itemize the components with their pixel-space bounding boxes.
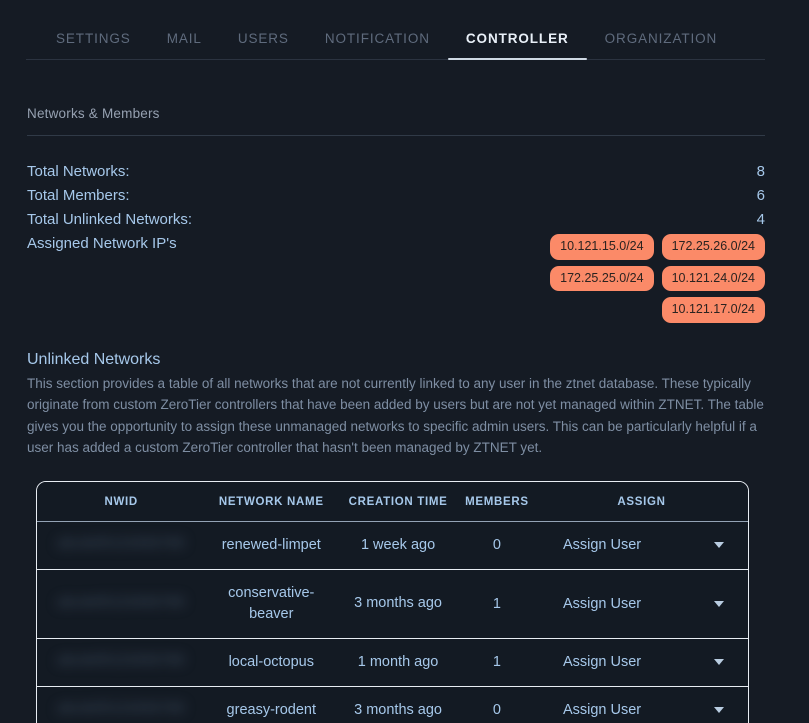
column-header-assign[interactable]: ASSIGN: [534, 481, 748, 522]
page-content: Networks & Members Total Networks: 8 Tot…: [0, 106, 809, 723]
cell-network-name: conservative-beaver: [205, 569, 338, 639]
assign-user-dropdown[interactable]: Assign User: [541, 702, 742, 718]
cell-creation-time: 3 months ago: [337, 569, 459, 639]
column-header-creation-time[interactable]: CREATION TIME: [337, 481, 459, 522]
cell-creation-time: 1 month ago: [337, 638, 459, 687]
table-header-row: NWID NETWORK NAME CREATION TIME MEMBERS …: [37, 481, 748, 522]
tab-notification[interactable]: NOTIFICATION: [307, 30, 448, 60]
tab-users[interactable]: USERS: [220, 30, 307, 60]
assign-user-label: Assign User: [562, 702, 642, 718]
cell-nwid: abcdef0123456789: [37, 638, 206, 687]
cell-members: 1: [458, 638, 535, 687]
assign-user-label: Assign User: [562, 537, 642, 553]
tab-settings[interactable]: SETTINGS: [38, 30, 149, 60]
cell-assign: Assign User: [534, 638, 748, 687]
unlinked-networks-table-container: NWID NETWORK NAME CREATION TIME MEMBERS …: [36, 480, 749, 723]
cell-assign: Assign User: [534, 569, 748, 639]
stat-label-assigned-network-ips: Assigned Network IP's: [27, 235, 177, 252]
cell-assign: Assign User: [534, 686, 748, 723]
stat-label-total-members: Total Members:: [27, 187, 130, 204]
cell-nwid: abcdef0123456789: [37, 521, 206, 570]
cell-assign: Assign User: [534, 521, 748, 570]
section-divider: [27, 135, 765, 136]
assigned-ip-badge-list: 10.121.15.0/24 172.25.26.0/24 172.25.25.…: [505, 232, 765, 323]
controller-settings-page: SETTINGS MAIL USERS NOTIFICATION CONTROL…: [0, 0, 809, 723]
cell-members: 1: [458, 569, 535, 639]
nwid-redacted-value: abcdef0123456789: [57, 652, 185, 667]
stat-value-total-unlinked-networks: 4: [756, 211, 765, 228]
cell-creation-time: 3 months ago: [337, 686, 459, 723]
unlinked-networks-section: Unlinked Networks This section provides …: [27, 351, 765, 459]
unlinked-networks-title: Unlinked Networks: [27, 350, 161, 368]
assign-user-label: Assign User: [562, 595, 642, 612]
chevron-down-icon: [714, 659, 724, 665]
ip-badge: 172.25.25.0/24: [550, 265, 654, 291]
cell-nwid: abcdef0123456789: [37, 686, 206, 723]
chevron-down-icon: [714, 600, 724, 607]
cell-network-name: greasy-rodent: [205, 686, 338, 723]
nwid-redacted-value: abcdef0123456789: [57, 700, 185, 715]
table-row[interactable]: abcdef0123456789 local-octopus 1 month a…: [37, 638, 748, 687]
table-header: NWID NETWORK NAME CREATION TIME MEMBERS …: [37, 481, 748, 522]
cell-network-name: local-octopus: [205, 638, 338, 687]
assign-user-label: Assign User: [562, 654, 642, 670]
table-row[interactable]: abcdef0123456789 renewed-limpet 1 week a…: [37, 521, 748, 570]
unlinked-networks-description: This section provides a table of all net…: [27, 375, 764, 456]
nwid-redacted-value: abcdef0123456789: [57, 535, 185, 550]
stat-label-total-networks: Total Networks:: [27, 163, 130, 180]
table-row[interactable]: abcdef0123456789 conservative-beaver 3 m…: [37, 569, 748, 639]
table-row[interactable]: abcdef0123456789 greasy-rodent 3 months …: [37, 686, 748, 723]
assign-user-dropdown[interactable]: Assign User: [541, 654, 742, 670]
ip-badge: 10.121.15.0/24: [550, 234, 654, 260]
chevron-down-icon: [714, 707, 724, 713]
stat-value-total-networks: 8: [756, 163, 765, 180]
ip-badge: 10.121.17.0/24: [661, 297, 765, 323]
ip-badge: 172.25.26.0/24: [661, 234, 765, 260]
stats-list: Total Networks: 8 Total Members: 6 Total…: [27, 160, 765, 323]
nwid-redacted-value: abcdef0123456789: [57, 593, 185, 609]
chevron-down-icon: [714, 542, 724, 548]
cell-network-name: renewed-limpet: [205, 521, 338, 570]
assign-user-dropdown[interactable]: Assign User: [541, 596, 742, 612]
networks-members-title: Networks & Members: [27, 106, 160, 121]
stat-row-total-unlinked-networks: Total Unlinked Networks: 4: [27, 208, 765, 232]
stat-label-total-unlinked-networks: Total Unlinked Networks:: [27, 211, 193, 228]
stat-row-total-networks: Total Networks: 8: [27, 160, 765, 184]
networks-members-section: Networks & Members: [27, 106, 765, 136]
tab-controller[interactable]: CONTROLLER: [447, 30, 587, 60]
table-body: abcdef0123456789 renewed-limpet 1 week a…: [37, 521, 748, 723]
settings-tabbar: SETTINGS MAIL USERS NOTIFICATION CONTROL…: [0, 0, 809, 60]
assign-user-dropdown[interactable]: Assign User: [541, 537, 742, 553]
stat-value-total-members: 6: [756, 187, 765, 204]
tab-mail[interactable]: MAIL: [149, 30, 220, 60]
column-header-network-name[interactable]: NETWORK NAME: [205, 481, 338, 522]
stat-row-assigned-network-ips: Assigned Network IP's 10.121.15.0/24 172…: [27, 232, 765, 323]
cell-members: 0: [458, 521, 535, 570]
column-header-members[interactable]: MEMBERS: [458, 481, 535, 522]
ip-badge: 10.121.24.0/24: [661, 265, 765, 291]
cell-members: 0: [458, 686, 535, 723]
cell-nwid: abcdef0123456789: [37, 569, 206, 639]
stat-row-total-members: Total Members: 6: [27, 184, 765, 208]
tab-organization[interactable]: ORGANIZATION: [587, 30, 736, 60]
cell-creation-time: 1 week ago: [337, 521, 459, 570]
column-header-nwid[interactable]: NWID: [37, 481, 206, 522]
unlinked-networks-table: NWID NETWORK NAME CREATION TIME MEMBERS …: [37, 481, 748, 723]
